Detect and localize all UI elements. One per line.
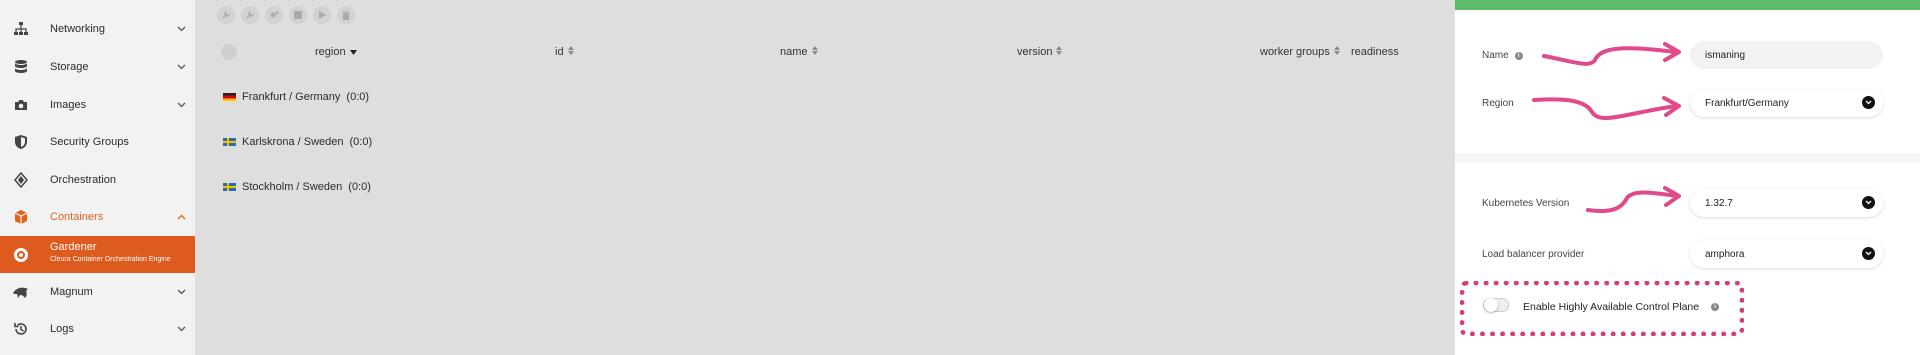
table-row[interactable]: Karlskrona / Sweden (0:0) [223, 136, 372, 148]
table-toolbar [217, 6, 355, 24]
sweden-flag-icon [223, 138, 236, 146]
column-header-label: version [1017, 46, 1053, 58]
dolphin-icon [12, 283, 30, 301]
chevron-down-icon[interactable] [176, 24, 186, 34]
column-header-worker-groups[interactable]: worker groups [1260, 46, 1340, 58]
network-icon [12, 20, 30, 38]
region-name: Frankfurt / Germany [242, 91, 341, 103]
arrow-annotation-kubernetes-version [1586, 186, 1681, 213]
sidebar-item-label: Images [50, 99, 87, 111]
box-icon [12, 208, 30, 226]
sidebar-item-label: Gardener [50, 241, 97, 253]
column-header-readiness[interactable]: readiness [1351, 46, 1399, 58]
column-header-name[interactable]: name [780, 46, 818, 58]
orchestration-icon [12, 171, 30, 189]
sidebar-item-label: Storage [50, 61, 89, 73]
stop-icon[interactable] [289, 6, 307, 24]
region-name: Stockholm / Sweden [242, 181, 343, 193]
sidebar-item-logs[interactable]: Logs [0, 312, 195, 346]
sidebar-item-security-groups[interactable]: Security Groups [0, 125, 195, 159]
wrench-icon[interactable] [241, 6, 259, 24]
germany-flag-icon [223, 93, 236, 101]
sort-icon [1333, 46, 1340, 58]
column-header-label: readiness [1351, 46, 1399, 58]
sort-desc-icon [349, 46, 357, 58]
column-header-label: region [315, 46, 346, 58]
sort-icon [567, 46, 574, 58]
play-icon[interactable] [313, 6, 331, 24]
arrow-annotation-region [1532, 96, 1681, 121]
sidebar-item-label: Networking [50, 23, 106, 35]
sidebar-item-label: Containers [50, 211, 104, 223]
sidebar-item-label: Security Groups [50, 136, 129, 148]
sidebar-item-orchestration[interactable]: Orchestration [0, 163, 195, 197]
gardener-icon [12, 246, 30, 264]
cluster-count: (0:0) [349, 136, 373, 148]
sidebar-item-storage[interactable]: Storage [0, 50, 195, 84]
chevron-up-icon[interactable] [176, 212, 186, 222]
camera-icon [12, 96, 30, 114]
cluster-table-area: region id name version worker groups rea… [195, 0, 1455, 355]
wrench-icon[interactable] [217, 6, 235, 24]
sidebar-item-sublabel: Cleura Container Orchestration Engine [50, 256, 171, 263]
sidebar-item-containers[interactable]: Containers [0, 200, 195, 234]
sidebar-item-images[interactable]: Images [0, 88, 195, 122]
trash-icon[interactable] [337, 6, 355, 24]
table-row[interactable]: Stockholm / Sweden (0:0) [223, 181, 371, 193]
create-cluster-panel: Name i ismaning Region Frankfurt/Germany… [1455, 0, 1920, 355]
sidebar-item-label: Magnum [50, 286, 93, 298]
column-header-id[interactable]: id [555, 46, 574, 58]
column-header-label: worker groups [1260, 46, 1330, 58]
sidebar-item-label: Orchestration [50, 174, 117, 186]
sweden-flag-icon [223, 183, 236, 191]
sidebar-item-label: Logs [50, 323, 74, 335]
cluster-count: (0:0) [348, 181, 371, 193]
sidebar: Networking Storage Images Security Group… [0, 0, 195, 355]
chevron-down-icon[interactable] [176, 100, 186, 110]
sort-icon [1056, 46, 1063, 58]
sort-icon [811, 46, 818, 58]
column-header-version[interactable]: version [1017, 46, 1063, 58]
sidebar-item-gardener[interactable]: Gardener Cleura Container Orchestration … [0, 236, 195, 273]
table-row[interactable]: Frankfurt / Germany (0:0) [223, 91, 369, 103]
column-header-label: id [555, 46, 564, 58]
select-all-checkbox[interactable] [221, 44, 237, 60]
arrow-annotation-name [1542, 42, 1681, 66]
chevron-down-icon[interactable] [176, 62, 186, 72]
chevron-down-icon[interactable] [176, 324, 186, 334]
sidebar-item-networking[interactable]: Networking [0, 12, 195, 46]
history-icon [12, 320, 30, 338]
column-header-region[interactable]: region [315, 46, 357, 58]
cluster-count: (0:0) [346, 91, 370, 103]
chevron-down-icon[interactable] [176, 287, 186, 297]
database-icon [12, 58, 30, 76]
sidebar-item-magnum[interactable]: Magnum [0, 275, 195, 309]
annotation-arrows [1532, 42, 1681, 213]
column-header-label: name [780, 46, 808, 58]
shield-icon [12, 133, 30, 151]
gears-icon[interactable] [265, 6, 283, 24]
region-name: Karlskrona / Sweden [242, 136, 344, 148]
